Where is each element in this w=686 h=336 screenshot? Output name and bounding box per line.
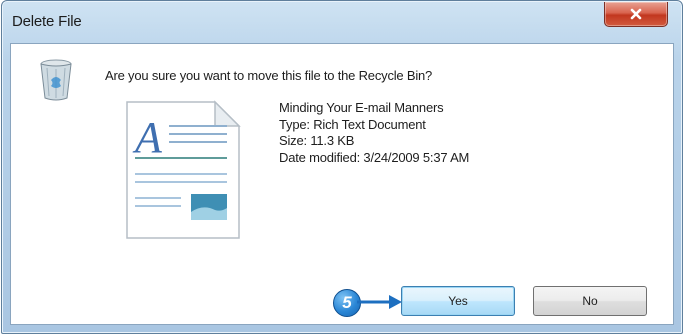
file-type: Type: Rich Text Document	[279, 116, 426, 132]
file-date-modified: Date modified: 3/24/2009 5:37 AM	[279, 149, 470, 165]
title-bar: Delete File	[2, 1, 682, 43]
callout-arrow-icon	[357, 295, 402, 309]
delete-file-dialog: Delete File Are you sure you want to mov…	[1, 0, 683, 334]
svg-text:A: A	[132, 113, 163, 162]
recycle-bin-icon	[40, 59, 72, 101]
close-icon	[630, 8, 642, 20]
window-title: Delete File	[12, 13, 82, 30]
file-details: Minding Your E-mail Manners Type: Rich T…	[279, 100, 469, 166]
confirm-question: Are you sure you want to move this file …	[105, 68, 433, 83]
rich-text-document-icon: A	[126, 100, 241, 239]
close-button[interactable]	[604, 2, 668, 27]
file-name: Minding Your E-mail Manners	[279, 100, 444, 115]
yes-button[interactable]: Yes	[401, 286, 515, 316]
file-size: Size: 11.3 KB	[279, 133, 355, 148]
no-button[interactable]: No	[533, 286, 647, 316]
dialog-content: Are you sure you want to move this file …	[10, 43, 674, 325]
